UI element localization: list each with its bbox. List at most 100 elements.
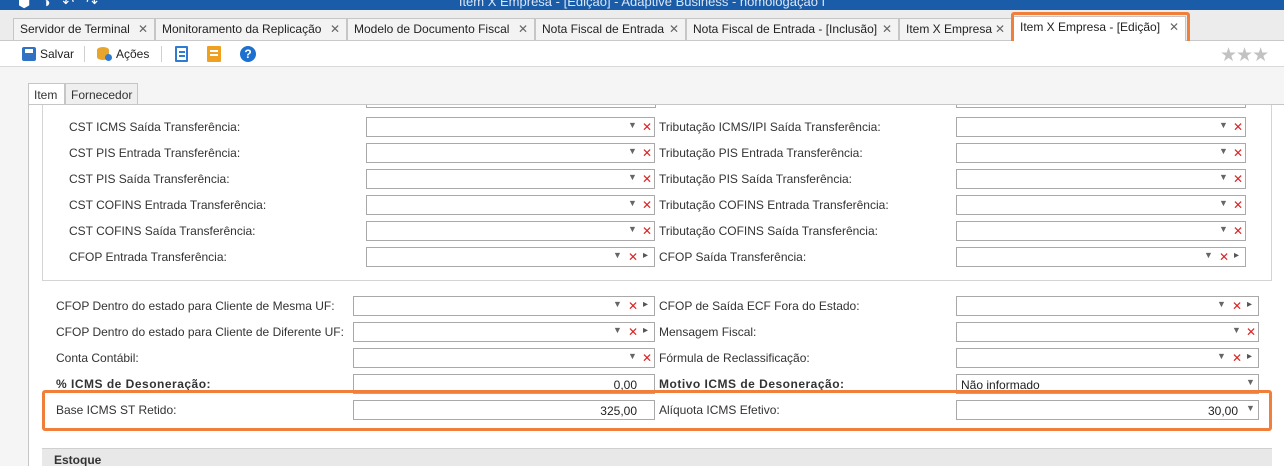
navigate-icon[interactable]: ▸ xyxy=(1234,250,1239,261)
formula-reclassificacao-select[interactable]: ▼ ✕ ▸ xyxy=(956,348,1259,368)
dropdown-arrow-icon[interactable]: ▼ xyxy=(1219,198,1228,208)
clear-icon[interactable]: ✕ xyxy=(1233,146,1243,160)
cfop-saida-transferencia-select[interactable]: ▼ ✕ ▸ xyxy=(956,247,1246,267)
clear-icon[interactable]: ✕ xyxy=(1233,172,1243,186)
cfop-saida-ecf-fora-estado-select[interactable]: ▼ ✕ ▸ xyxy=(956,296,1259,316)
document-button[interactable] xyxy=(207,45,221,63)
actions-button[interactable]: Ações xyxy=(96,45,149,63)
dropdown-arrow-icon[interactable]: ▼ xyxy=(613,250,622,260)
navigate-icon[interactable]: ▸ xyxy=(643,299,648,310)
dropdown-arrow-icon[interactable]: ▼ xyxy=(1217,299,1226,309)
tab-label: Item X Empresa xyxy=(906,22,993,36)
navigate-icon[interactable]: ▸ xyxy=(1247,299,1252,310)
dropdown-arrow-icon[interactable]: ▼ xyxy=(1246,377,1255,387)
save-icon xyxy=(22,47,36,61)
tab-fornecedor[interactable]: Fornecedor xyxy=(65,83,138,105)
dropdown-arrow-icon[interactable]: ▼ xyxy=(628,224,637,234)
tab-servidor-de-terminal[interactable]: Servidor de Terminal ✕ xyxy=(13,18,155,40)
tab-item[interactable]: Item xyxy=(28,83,65,106)
dropdown-arrow-icon[interactable]: ▼ xyxy=(1204,250,1213,260)
dropdown-arrow-icon[interactable]: ▼ xyxy=(628,146,637,156)
tributacao-cofins-saida-transferencia-select[interactable]: ▼ ✕ xyxy=(956,221,1246,241)
navigate-icon[interactable]: ▸ xyxy=(1247,351,1252,362)
clear-icon[interactable]: ✕ xyxy=(1232,299,1242,313)
tributacao-pis-entrada-transferencia-label: Tributação PIS Entrada Transferência: xyxy=(659,146,863,160)
report-button[interactable] xyxy=(175,45,188,63)
close-icon[interactable]: ✕ xyxy=(138,22,148,36)
clear-icon[interactable]: ✕ xyxy=(642,172,652,186)
clear-icon[interactable]: ✕ xyxy=(642,224,652,238)
close-icon[interactable]: ✕ xyxy=(518,22,528,36)
mensagem-fiscal-select[interactable]: ▼ ✕ xyxy=(956,322,1259,342)
cst-pis-entrada-transferencia-select[interactable]: ▼ ✕ xyxy=(366,143,655,163)
toolbar-separator xyxy=(161,46,162,62)
dropdown-arrow-icon[interactable]: ▼ xyxy=(628,351,637,361)
close-icon[interactable]: ✕ xyxy=(882,22,892,36)
tab-item-x-empresa[interactable]: Item X Empresa ✕ xyxy=(899,18,1012,40)
dropdown-arrow-icon[interactable]: ▼ xyxy=(628,120,637,130)
tab-monitoramento-da-replicacao[interactable]: Monitoramento da Replicação ✕ xyxy=(155,18,347,40)
save-button[interactable]: Salvar xyxy=(22,45,74,63)
toolbar-separator xyxy=(84,46,85,62)
dropdown-arrow-icon[interactable]: ▼ xyxy=(1232,325,1241,335)
navigate-icon[interactable]: ▸ xyxy=(643,325,648,336)
clear-icon[interactable]: ✕ xyxy=(642,120,652,134)
cst-icms-saida-transferencia-select[interactable]: ▼ ✕ xyxy=(366,117,655,137)
clear-icon[interactable]: ✕ xyxy=(1219,250,1229,264)
dropdown-arrow-icon[interactable]: ▼ xyxy=(1217,351,1226,361)
clear-icon[interactable]: ✕ xyxy=(628,325,638,339)
close-icon[interactable]: ✕ xyxy=(995,22,1005,36)
tab-label: Nota Fiscal de Entrada xyxy=(542,22,665,36)
tab-label: Nota Fiscal de Entrada - [Inclusão] xyxy=(693,22,878,36)
mensagem-fiscal-label: Mensagem Fiscal: xyxy=(659,325,757,339)
close-icon[interactable]: ✕ xyxy=(669,22,679,36)
tab-nota-fiscal-de-entrada-inclusao[interactable]: Nota Fiscal de Entrada - [Inclusão] ✕ xyxy=(686,18,899,40)
cst-cofins-saida-transferencia-select[interactable]: ▼ ✕ xyxy=(366,221,655,241)
tab-nota-fiscal-de-entrada[interactable]: Nota Fiscal de Entrada ✕ xyxy=(535,18,686,40)
clear-icon[interactable]: ✕ xyxy=(1232,351,1242,365)
dropdown-arrow-icon[interactable]: ▼ xyxy=(1219,224,1228,234)
tributacao-cofins-entrada-transferencia-select[interactable]: ▼ ✕ xyxy=(956,195,1246,215)
tributacao-pis-saida-transferencia-select[interactable]: ▼ ✕ xyxy=(956,169,1246,189)
cfop-mesma-uf-select[interactable]: ▼ ✕ ▸ xyxy=(353,296,655,316)
dropdown-arrow-icon[interactable]: ▼ xyxy=(1219,120,1228,130)
clear-icon[interactable]: ✕ xyxy=(1233,120,1243,134)
close-icon[interactable]: ✕ xyxy=(330,22,340,36)
tab-modelo-de-documento-fiscal[interactable]: Modelo de Documento Fiscal ✕ xyxy=(347,18,535,40)
clear-icon[interactable]: ✕ xyxy=(628,250,638,264)
rating-stars-icon[interactable]: ★★★ xyxy=(1220,44,1269,67)
dropdown-arrow-icon[interactable]: ▼ xyxy=(628,198,637,208)
clear-icon[interactable]: ✕ xyxy=(642,198,652,212)
clear-icon[interactable]: ✕ xyxy=(642,351,652,365)
tributacao-pis-entrada-transferencia-select[interactable]: ▼ ✕ xyxy=(956,143,1246,163)
cfop-entrada-transferencia-select[interactable]: ▼ ✕ ▸ xyxy=(366,247,655,267)
estoque-section-header[interactable]: Estoque xyxy=(42,448,1272,466)
tributacao-icms-ipi-saida-transferencia-select[interactable]: ▼ ✕ xyxy=(956,117,1246,137)
navigate-icon[interactable]: ▸ xyxy=(643,250,648,261)
dropdown-arrow-icon[interactable]: ▼ xyxy=(613,299,622,309)
dropdown-arrow-icon[interactable]: ▼ xyxy=(613,325,622,335)
dropdown-arrow-icon[interactable]: ▼ xyxy=(628,172,637,182)
clear-icon[interactable]: ✕ xyxy=(1246,325,1256,339)
conta-contabil-label: Conta Contábil: xyxy=(56,351,139,365)
conta-contabil-select[interactable]: ▼ ✕ xyxy=(353,348,655,368)
hidden-top-right-field[interactable] xyxy=(956,105,1246,108)
database-icon xyxy=(96,47,112,61)
help-icon: ? xyxy=(240,46,256,62)
actions-label: Ações xyxy=(116,47,150,61)
clear-icon[interactable]: ✕ xyxy=(1233,224,1243,238)
help-button[interactable]: ? xyxy=(240,45,256,63)
cst-cofins-entrada-transferencia-select[interactable]: ▼ ✕ xyxy=(366,195,655,215)
save-label: Salvar xyxy=(40,47,75,61)
cfop-diferente-uf-label: CFOP Dentro do estado para Cliente de Di… xyxy=(56,325,344,339)
cfop-diferente-uf-select[interactable]: ▼ ✕ ▸ xyxy=(353,322,655,342)
clear-icon[interactable]: ✕ xyxy=(642,146,652,160)
clear-icon[interactable]: ✕ xyxy=(1233,198,1243,212)
cfop-saida-ecf-fora-estado-label: CFOP de Saída ECF Fora do Estado: xyxy=(659,299,860,313)
cst-cofins-saida-transferencia-label: CST COFINS Saída Transferência: xyxy=(69,224,256,238)
dropdown-arrow-icon[interactable]: ▼ xyxy=(1219,146,1228,156)
clear-icon[interactable]: ✕ xyxy=(628,299,638,313)
cst-pis-saida-transferencia-select[interactable]: ▼ ✕ xyxy=(366,169,655,189)
hidden-top-left-field[interactable] xyxy=(366,105,656,108)
dropdown-arrow-icon[interactable]: ▼ xyxy=(1219,172,1228,182)
